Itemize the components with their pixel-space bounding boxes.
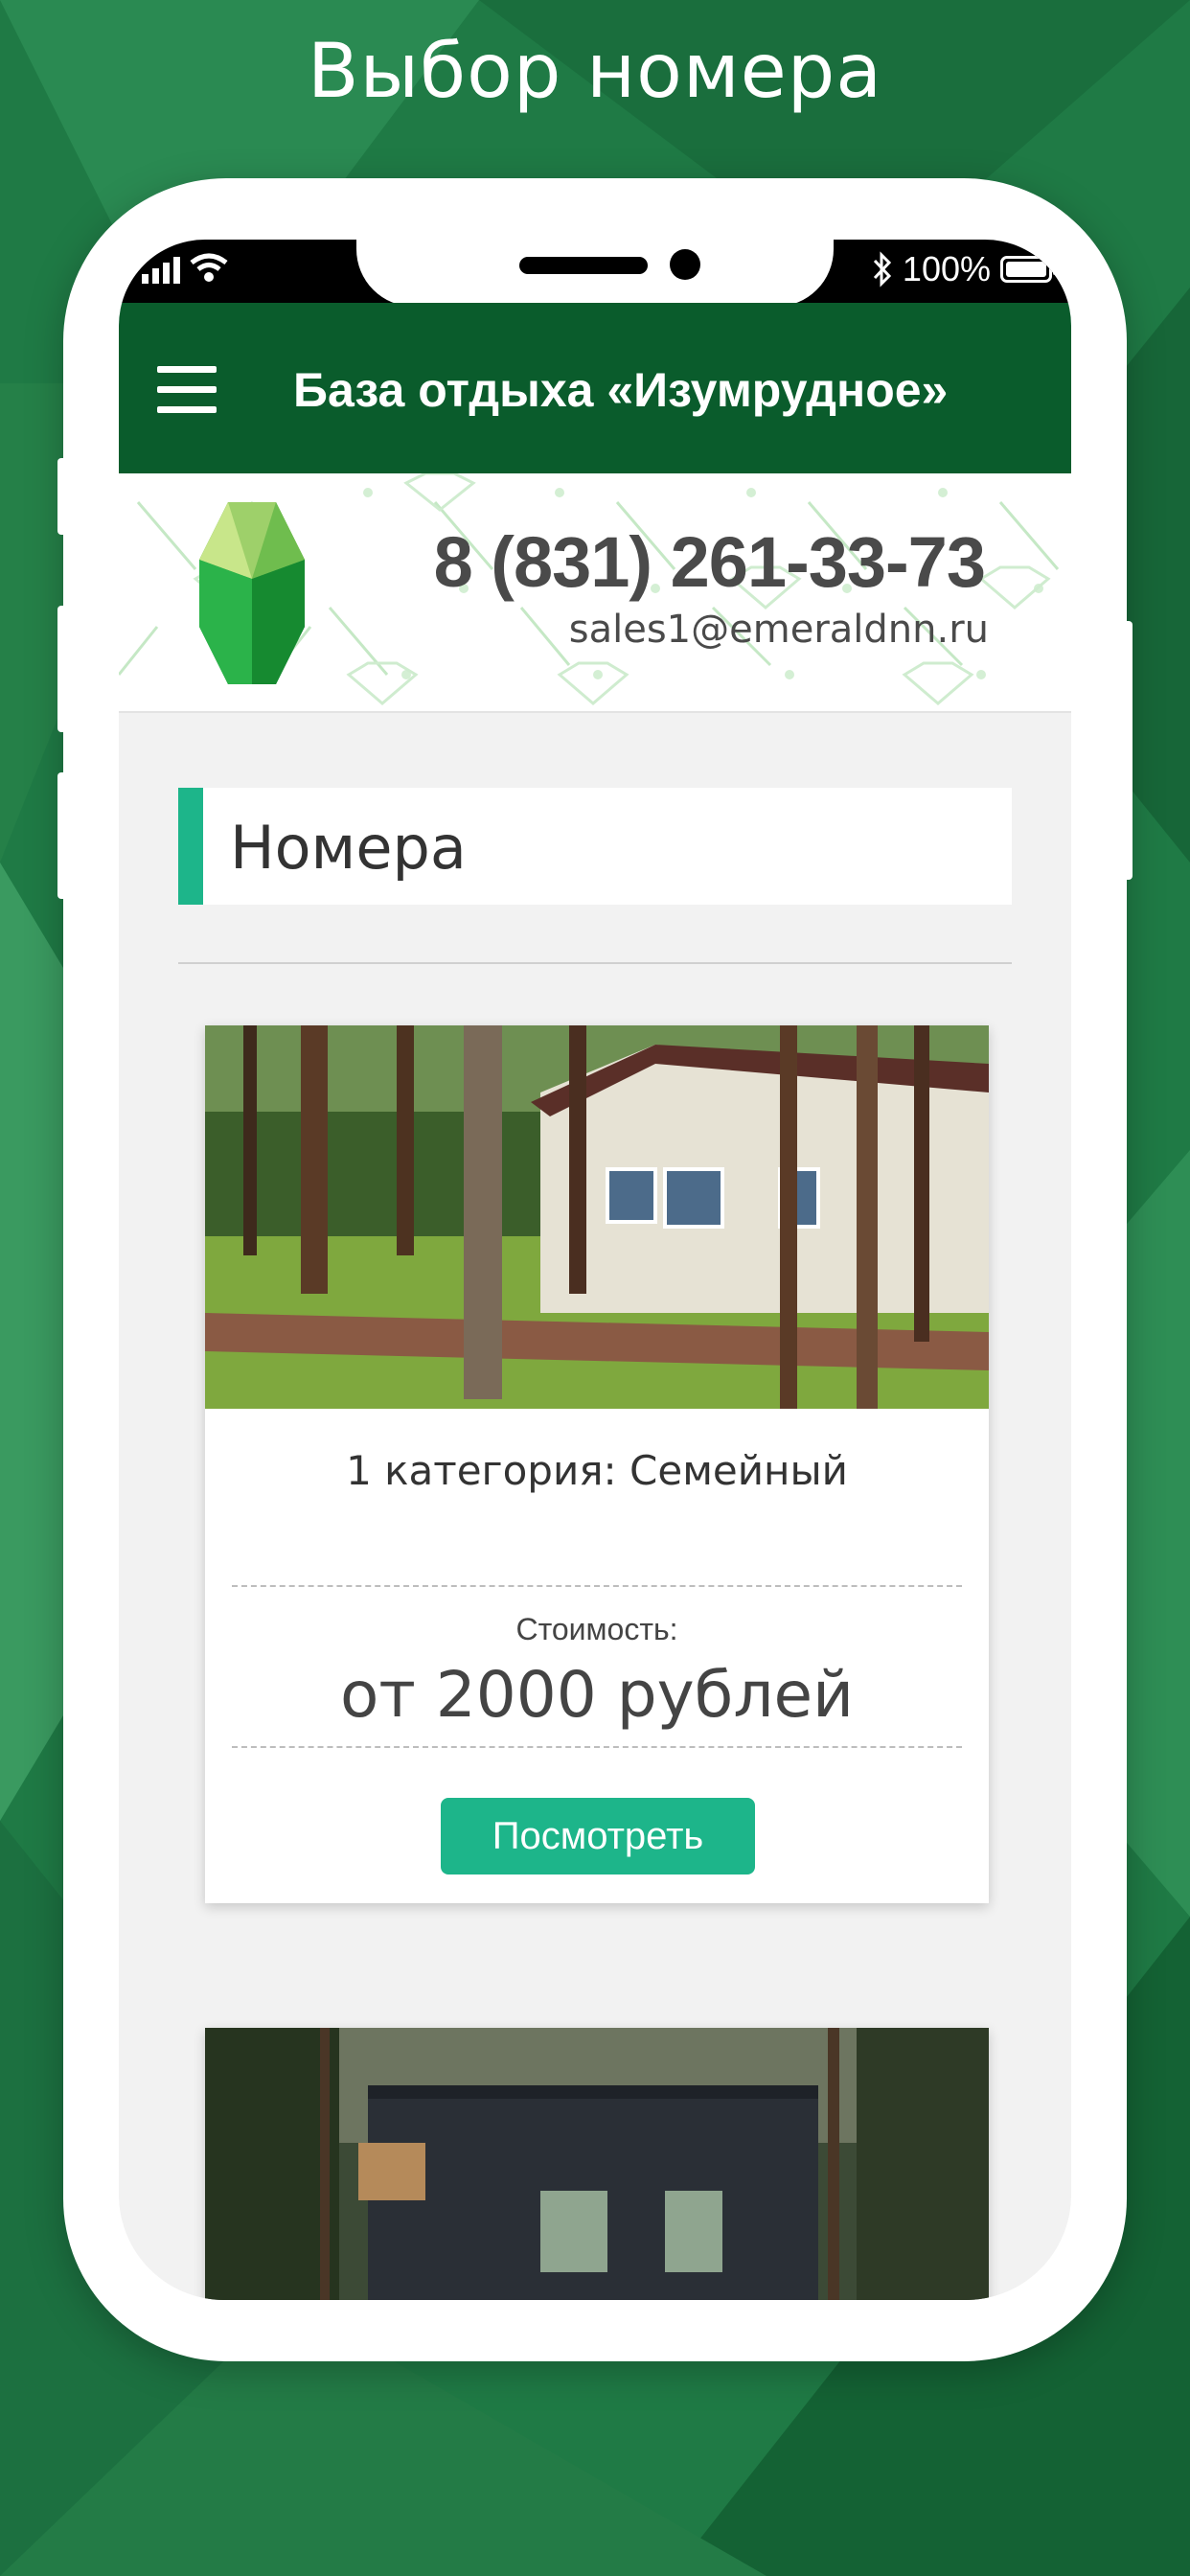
- status-bar: 100%: [119, 240, 1071, 307]
- room-card: [205, 2028, 989, 2300]
- side-button: [57, 458, 67, 535]
- price-value: от 2000 рублей: [339, 1658, 855, 1732]
- view-button[interactable]: Посмотреть: [441, 1798, 755, 1874]
- speaker: [519, 257, 648, 274]
- side-button: [57, 772, 67, 899]
- section-heading: Номера: [178, 788, 1012, 905]
- price-label: Стоимость:: [515, 1612, 678, 1646]
- contact-phone[interactable]: 8 (831) 261-33-73: [434, 521, 986, 603]
- phone-screen: 100% База отдыха «Изумрудное» 8 (831) 26…: [119, 240, 1071, 2300]
- status-left: [142, 253, 228, 284]
- dashed-divider: [232, 1585, 962, 1587]
- room-photo[interactable]: [205, 2028, 989, 2300]
- section-title: Номера: [230, 813, 467, 883]
- dashed-divider: [232, 1746, 962, 1748]
- hamburger-icon[interactable]: [157, 366, 217, 414]
- contact-email[interactable]: sales1@emeraldnn.ru: [569, 608, 989, 652]
- room-card: 1 категория: Семейный Стоимость: от 2000…: [205, 1025, 989, 1903]
- room-name: 1 категория: Семейный: [346, 1447, 848, 1494]
- wifi-icon: [190, 253, 228, 282]
- site-header: 8 (831) 261-33-73 sales1@emeraldnn.ru: [119, 473, 1071, 713]
- status-right: 100%: [872, 249, 1057, 289]
- battery-percent: 100%: [902, 249, 991, 288]
- emerald-logo: [199, 502, 305, 684]
- app-bar: База отдыха «Изумрудное»: [119, 303, 1071, 473]
- promo-title: Выбор номера: [307, 29, 883, 115]
- bluetooth-icon: [873, 251, 892, 288]
- side-button: [1123, 621, 1133, 880]
- camera: [670, 249, 700, 280]
- divider: [178, 962, 1012, 964]
- battery-icon: [1000, 256, 1057, 283]
- signal-icon: [142, 257, 180, 284]
- side-button: [57, 606, 67, 732]
- room-photo[interactable]: [205, 1025, 989, 1409]
- app-title: База отдыха «Изумрудное»: [293, 363, 949, 417]
